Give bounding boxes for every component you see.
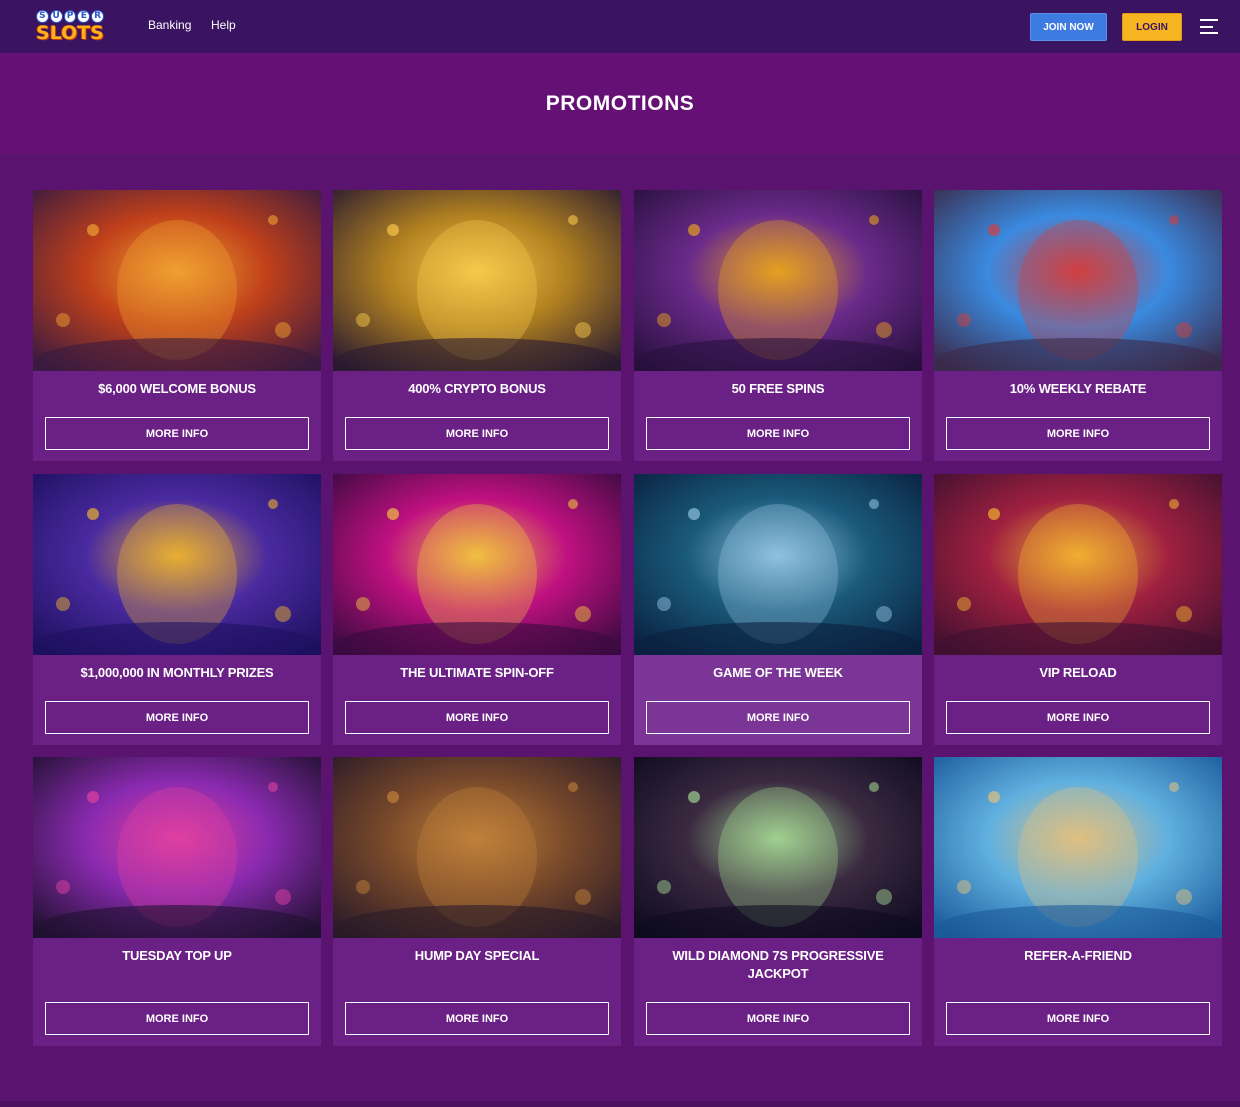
cowboy-icon[interactable] [333,757,621,938]
more-info-button[interactable]: MORE INFO [45,701,309,734]
page-banner: PROMOTIONS [0,53,1240,154]
promotion-title: 400% CRYPTO BONUS [408,381,546,396]
more-info-button[interactable]: MORE INFO [345,417,609,450]
promotion-card[interactable]: GAME OF THE WEEK MORE INFO [634,474,922,745]
promotion-card[interactable]: THE ULTIMATE SPIN-OFF MORE INFO [333,474,621,745]
promotion-card[interactable]: TUESDAY TOP UP MORE INFO [33,757,321,1046]
promotion-card[interactable]: 400% CRYPTO BONUS MORE INFO [333,190,621,461]
card-player-icon[interactable] [634,757,922,938]
promotion-title: 10% WEEKLY REBATE [1009,381,1147,396]
promotion-card[interactable]: 10% WEEKLY REBATE MORE INFO [934,190,1222,461]
tiki-mask-icon[interactable] [33,190,321,371]
promotion-title: HUMP DAY SPECIAL [414,948,540,963]
login-button[interactable]: LOGIN [1122,13,1182,41]
more-info-button[interactable]: MORE INFO [45,1002,309,1035]
more-info-button[interactable]: MORE INFO [45,417,309,450]
promotion-title: WILD DIAMOND 7S PROGRESSIVE JACKPOT [672,948,884,981]
promotion-title: REFER-A-FRIEND [1024,948,1132,963]
more-info-button[interactable]: MORE INFO [646,701,910,734]
promotion-title: TUESDAY TOP UP [122,948,232,963]
nav-link-banking[interactable]: Banking [148,18,191,32]
star-slot-icon[interactable] [33,757,321,938]
tiger-icon[interactable] [634,190,922,371]
promotion-title: THE ULTIMATE SPIN-OFF [400,665,554,680]
more-info-button[interactable]: MORE INFO [646,417,910,450]
golden-reel-icon[interactable] [333,474,621,655]
promotion-card[interactable]: $1,000,000 IN MONTHLY PRIZES MORE INFO [33,474,321,745]
top-navigation-bar: SUPER SLOTS Banking Help JOIN NOW LOGIN [0,0,1240,53]
page-title: PROMOTIONS [545,91,695,115]
promotion-title: $1,000,000 IN MONTHLY PRIZES [80,665,274,680]
promotion-card[interactable]: VIP RELOAD MORE INFO [934,474,1222,745]
promotion-title: $6,000 WELCOME BONUS [98,381,256,396]
free-spins-sign-icon[interactable] [934,757,1222,938]
more-info-button[interactable]: MORE INFO [345,1002,609,1035]
promotion-title: VIP RELOAD [1039,665,1117,680]
bitcoin-coin-icon[interactable] [333,190,621,371]
promotion-card[interactable]: 50 FREE SPINS MORE INFO [634,190,922,461]
join-now-button[interactable]: JOIN NOW [1030,13,1107,41]
more-info-button[interactable]: MORE INFO [946,417,1210,450]
super-slots-logo[interactable]: SUPER SLOTS [36,10,104,44]
promotion-card[interactable]: $6,000 WELCOME BONUS MORE INFO [33,190,321,461]
promotion-card[interactable]: HUMP DAY SPECIAL MORE INFO [333,757,621,1046]
more-info-button[interactable]: MORE INFO [646,1002,910,1035]
superhero-icon[interactable] [934,190,1222,371]
more-info-button[interactable]: MORE INFO [946,1002,1210,1035]
more-info-button[interactable]: MORE INFO [946,701,1210,734]
trophy-slot-icon[interactable] [33,474,321,655]
promotion-card[interactable]: REFER-A-FRIEND MORE INFO [934,757,1222,1046]
shark-icon[interactable] [634,474,922,655]
promotion-title: GAME OF THE WEEK [713,665,843,680]
promotion-title: 50 FREE SPINS [731,381,825,396]
promotion-card[interactable]: WILD DIAMOND 7S PROGRESSIVE JACKPOT MORE … [634,757,922,1046]
logo-slots-text: SLOTS [36,22,104,44]
nav-link-help[interactable]: Help [211,18,236,32]
treasure-chest-icon[interactable] [934,474,1222,655]
more-info-button[interactable]: MORE INFO [345,701,609,734]
footer-divider [0,1101,1240,1107]
menu-icon[interactable] [1200,19,1218,34]
